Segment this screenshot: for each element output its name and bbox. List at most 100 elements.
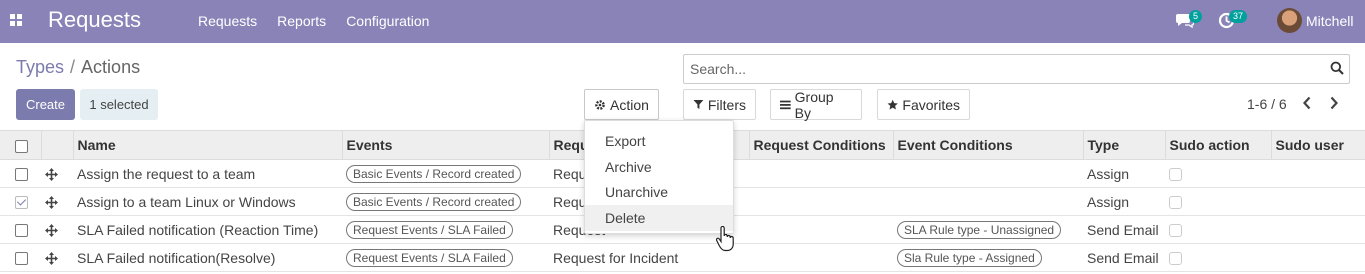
star-icon (887, 99, 898, 109)
column-events[interactable]: Events (341, 130, 549, 160)
group-by-label: Group By (794, 88, 834, 121)
breadcrumb-parent[interactable]: Types (16, 57, 64, 77)
request-conditions-cell (749, 243, 893, 272)
row-select-cell (0, 243, 41, 272)
hand-pointer-cursor-icon (716, 226, 734, 252)
select-all-cell (0, 130, 41, 160)
sudo-action-checkbox (1169, 168, 1182, 182)
event-tag: Request Events / SLA Failed (346, 248, 513, 267)
search-box (683, 54, 1350, 84)
group-by-button[interactable]: Group By (770, 88, 862, 121)
event-condition-tag: Sla Rule type - Assigned (897, 248, 1042, 267)
event-condition-tag: SLA Rule type - Unassigned (897, 220, 1062, 239)
column-sudo-user[interactable]: Sudo user (1270, 130, 1365, 160)
handle-cell (41, 187, 73, 216)
action-button[interactable]: Action (584, 89, 659, 120)
column-type[interactable]: Type (1082, 130, 1165, 160)
action-dropdown-menu: Export Archive Unarchive Delete (584, 120, 734, 234)
apps-menu-icon[interactable] (10, 14, 22, 26)
handle-column-header (40, 130, 73, 160)
sudo-action-cell (1165, 159, 1271, 188)
type-cell: Send Email (1083, 243, 1165, 272)
type-cell: Assign (1083, 187, 1165, 216)
sudo-action-checkbox (1169, 252, 1182, 266)
top-navbar: Requests Requests Reports Configuration … (0, 0, 1365, 43)
pager-value[interactable]: 1-6 / 6 (1247, 96, 1287, 112)
list-bars-icon (780, 100, 791, 109)
search-input[interactable] (684, 55, 1304, 83)
sudo-user-cell (1271, 159, 1365, 188)
handle-cell (41, 159, 73, 188)
event-conditions-cell (893, 187, 1083, 216)
events-cell: Basic Events / Record created (342, 159, 549, 188)
event-conditions-cell: SLA Rule type - Unassigned (893, 215, 1083, 244)
menu-item-reports[interactable]: Reports (277, 13, 326, 29)
type-cell: Assign (1083, 159, 1165, 188)
filters-button[interactable]: Filters (683, 89, 756, 120)
breadcrumb-separator: / (70, 57, 76, 77)
create-button[interactable]: Create (16, 89, 75, 120)
table-row[interactable]: SLA Failed notification(Resolve) Request… (0, 243, 1365, 272)
sudo-action-cell (1165, 215, 1271, 244)
sudo-action-checkbox (1169, 224, 1182, 238)
column-name[interactable]: Name (72, 130, 342, 160)
sudo-action-checkbox (1169, 196, 1182, 210)
name-cell: SLA Failed notification(Resolve) (73, 243, 342, 272)
request-conditions-cell (749, 187, 893, 216)
type-cell: Send Email (1083, 215, 1165, 244)
event-conditions-cell (893, 159, 1083, 188)
sudo-user-cell (1271, 243, 1365, 272)
menu-item-delete[interactable]: Delete (585, 205, 733, 231)
name-cell: Assign the request to a team (73, 159, 342, 188)
column-sudo-action[interactable]: Sudo action (1164, 130, 1271, 160)
name-cell: Assign to a team Linux or Windows (73, 187, 342, 216)
filter-funnel-icon (693, 100, 704, 109)
row-checkbox-checked[interactable] (15, 196, 28, 210)
row-select-cell (0, 215, 41, 244)
menu-item-unarchive[interactable]: Unarchive (585, 179, 733, 205)
menu-item-archive[interactable]: Archive (585, 154, 733, 180)
handle-cell (41, 215, 73, 244)
sudo-user-cell (1271, 215, 1365, 244)
breadcrumb-current: Actions (81, 57, 141, 77)
event-tag: Request Events / SLA Failed (346, 220, 513, 239)
messages-badge: 5 (1189, 10, 1203, 23)
drag-handle-icon[interactable] (45, 224, 58, 238)
menu-item-configuration[interactable]: Configuration (346, 13, 429, 29)
column-event-conditions[interactable]: Event Conditions (892, 130, 1083, 160)
sudo-user-cell (1271, 187, 1365, 216)
user-avatar[interactable] (1277, 8, 1302, 33)
select-all-checkbox[interactable] (15, 139, 28, 153)
events-cell: Basic Events / Record created (342, 187, 549, 216)
chevron-right-icon[interactable] (1329, 96, 1339, 110)
row-select-cell (0, 187, 41, 216)
event-tag: Basic Events / Record created (346, 164, 522, 183)
menu-item-requests[interactable]: Requests (198, 13, 257, 29)
row-checkbox[interactable] (15, 168, 28, 182)
chevron-left-icon[interactable] (1302, 96, 1312, 110)
drag-handle-icon[interactable] (45, 168, 58, 182)
event-tag: Basic Events / Record created (346, 192, 522, 211)
search-icon[interactable] (1330, 61, 1344, 75)
gear-icon (595, 99, 605, 110)
sudo-action-cell (1165, 187, 1271, 216)
user-name[interactable]: Mitchell (1306, 13, 1353, 29)
handle-cell (41, 243, 73, 272)
main-menu: Requests Reports Configuration (198, 13, 429, 29)
row-checkbox[interactable] (15, 224, 28, 238)
app-title[interactable]: Requests (48, 7, 141, 33)
menu-item-export[interactable]: Export (585, 128, 733, 154)
filters-label: Filters (707, 96, 746, 113)
column-request-conditions[interactable]: Request Conditions (748, 130, 893, 160)
favorites-button[interactable]: Favorites (877, 89, 970, 120)
drag-handle-icon[interactable] (45, 196, 58, 210)
drag-handle-icon[interactable] (45, 252, 58, 266)
name-cell: SLA Failed notification (Reaction Time) (73, 215, 342, 244)
selected-count: 1 selected (80, 89, 158, 120)
events-cell: Request Events / SLA Failed (342, 215, 549, 244)
row-checkbox[interactable] (15, 252, 28, 266)
request-conditions-cell (749, 215, 893, 244)
breadcrumb: Types / Actions (16, 57, 140, 78)
request-conditions-cell (749, 159, 893, 188)
activities-badge: 37 (1229, 10, 1248, 23)
